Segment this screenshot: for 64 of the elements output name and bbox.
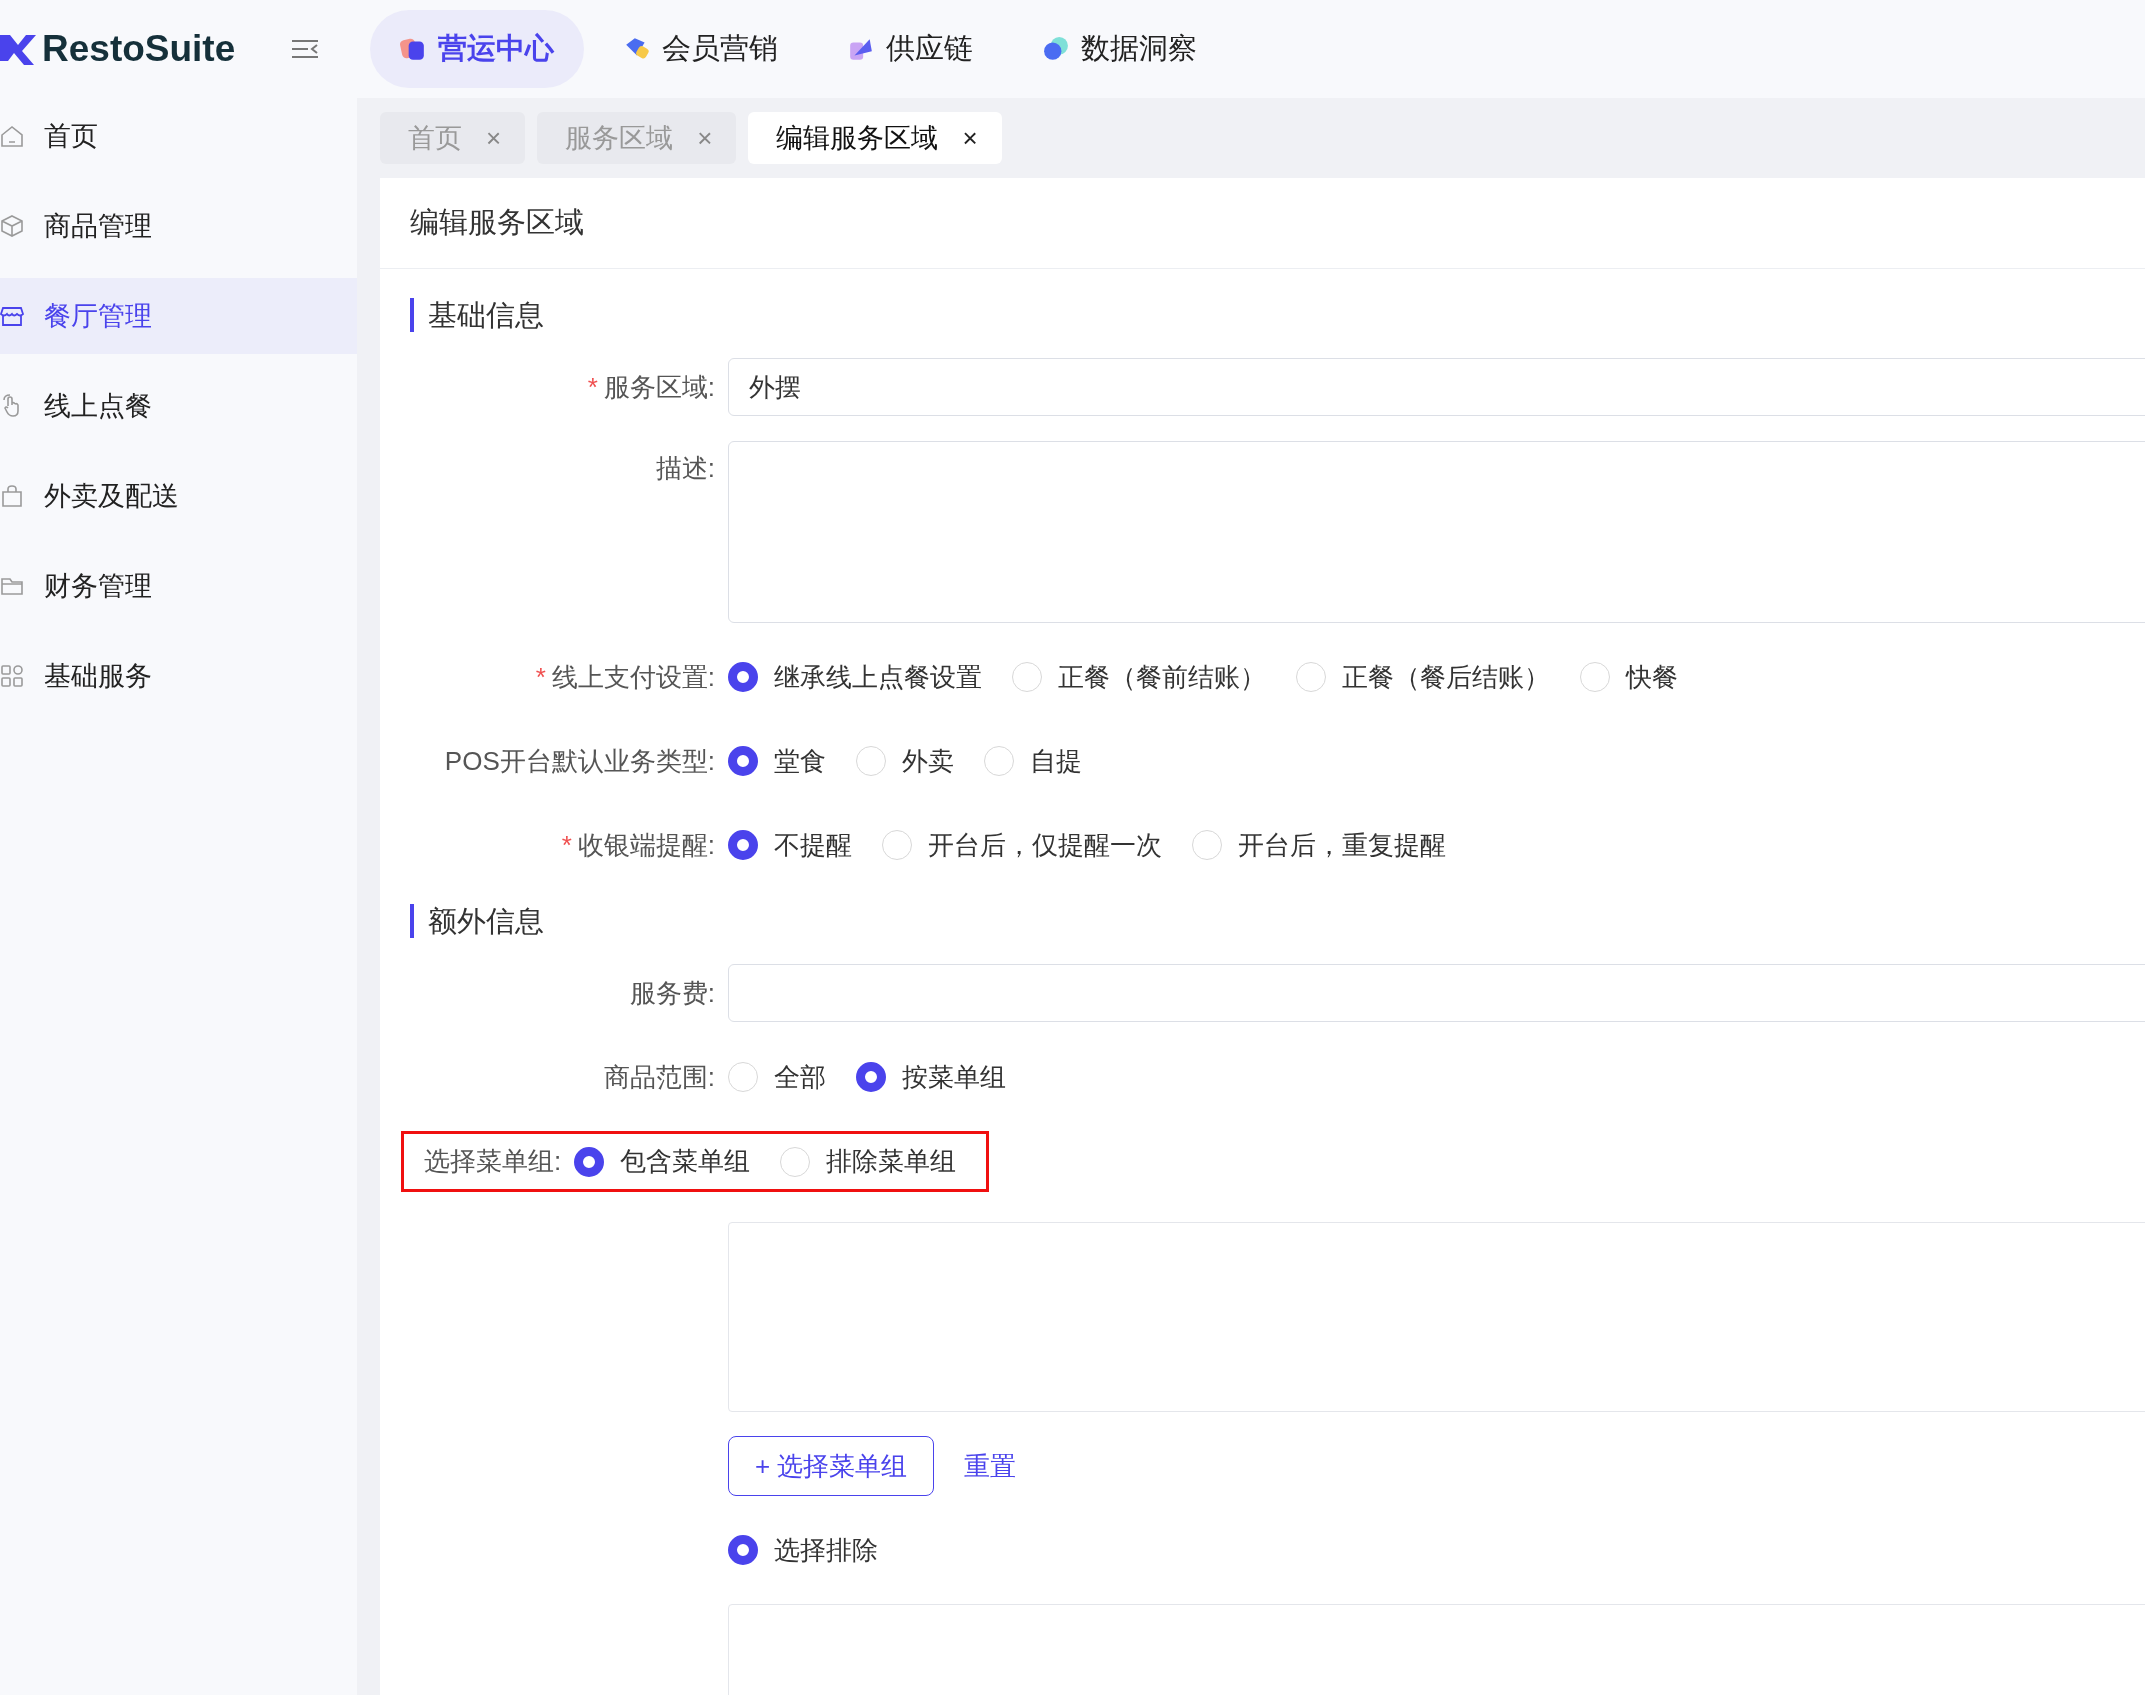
field-label: 选择菜单组:: [424, 1145, 562, 1178]
radio-option[interactable]: 选择排除: [728, 1532, 878, 1568]
nav-icon: [1043, 36, 1069, 62]
sidebar-item[interactable]: 餐厅管理: [0, 278, 357, 354]
radio-button[interactable]: [574, 1146, 605, 1177]
section-title: 额外信息: [410, 904, 544, 938]
nav-icon: [624, 36, 650, 62]
section-title: 基础信息: [410, 298, 544, 332]
field-label: 线上支付设置:: [551, 660, 715, 694]
sidebar-item[interactable]: 线上点餐: [0, 368, 357, 444]
radio-button[interactable]: [728, 662, 758, 692]
shop-icon: [0, 304, 24, 328]
radio-option[interactable]: 正餐（餐后结账）: [1296, 659, 1550, 695]
home-icon: [0, 124, 24, 148]
radio-option[interactable]: 堂食: [728, 743, 826, 779]
field-label: 服务区域:: [603, 370, 715, 404]
radio-option[interactable]: 排除菜单组: [780, 1144, 957, 1179]
radio-option[interactable]: 外卖: [856, 743, 954, 779]
select-menu-group-button[interactable]: + 选择菜单组: [728, 1436, 935, 1496]
reset-link[interactable]: 重置: [964, 1448, 1017, 1484]
grid-icon: [0, 664, 24, 688]
radio-option[interactable]: 按菜单组: [856, 1059, 1006, 1095]
product-icon: [0, 214, 24, 238]
radio-button[interactable]: [728, 830, 758, 860]
menu-icon[interactable]: [290, 37, 320, 61]
top-nav-item[interactable]: 会员营销: [594, 10, 808, 88]
close-icon[interactable]: ×: [962, 122, 978, 154]
radio-option[interactable]: 开台后，重复提醒: [1192, 827, 1446, 863]
sidebar-item[interactable]: 商品管理: [0, 188, 357, 264]
sidebar-item[interactable]: 首页: [0, 98, 357, 174]
logo-text: RestoSuite: [42, 28, 236, 70]
sidebar-item[interactable]: 外卖及配送: [0, 458, 357, 534]
field-label: POS开台默认业务类型:: [444, 744, 715, 778]
page-title: 编辑服务区域: [410, 205, 584, 240]
top-nav-item[interactable]: 供应链: [818, 10, 1003, 88]
field-label: 描述:: [655, 452, 715, 485]
page-tab[interactable]: 编辑服务区域 ×: [748, 112, 1002, 164]
required-mark: *: [561, 829, 572, 861]
radio-option[interactable]: 全部: [728, 1059, 826, 1095]
radio-option[interactable]: 继承线上点餐设置: [728, 659, 982, 695]
description-field[interactable]: [728, 441, 2145, 623]
nav-icon: [848, 36, 874, 62]
radio-button[interactable]: [728, 1535, 758, 1565]
radio-button[interactable]: [728, 746, 758, 776]
radio-button[interactable]: [856, 1062, 886, 1092]
required-mark: *: [587, 371, 598, 403]
field-label: 商品范围:: [603, 1060, 715, 1094]
radio-option[interactable]: 不提醒: [728, 827, 852, 863]
top-nav-item[interactable]: 数据洞察: [1013, 10, 1227, 88]
sidebar-item[interactable]: 财务管理: [0, 548, 357, 624]
top-nav-item[interactable]: 营运中心: [370, 10, 584, 88]
field-label: 服务费:: [629, 976, 715, 1010]
radio-option[interactable]: 正餐（餐前结账）: [1012, 659, 1266, 695]
bag-icon: [0, 484, 24, 508]
text-field[interactable]: [728, 964, 2145, 1022]
text-field[interactable]: 外摆: [728, 358, 2145, 416]
radio-option[interactable]: 开台后，仅提醒一次: [882, 827, 1162, 863]
sidebar-item[interactable]: 基础服务: [0, 638, 357, 714]
radio-option[interactable]: 包含菜单组: [574, 1144, 751, 1179]
nav-icon: [400, 36, 426, 62]
radio-option[interactable]: 自提: [984, 743, 1082, 779]
required-mark: *: [535, 661, 546, 693]
radio-option[interactable]: 快餐: [1580, 659, 1678, 695]
field-label: 收银端提醒:: [577, 828, 715, 862]
